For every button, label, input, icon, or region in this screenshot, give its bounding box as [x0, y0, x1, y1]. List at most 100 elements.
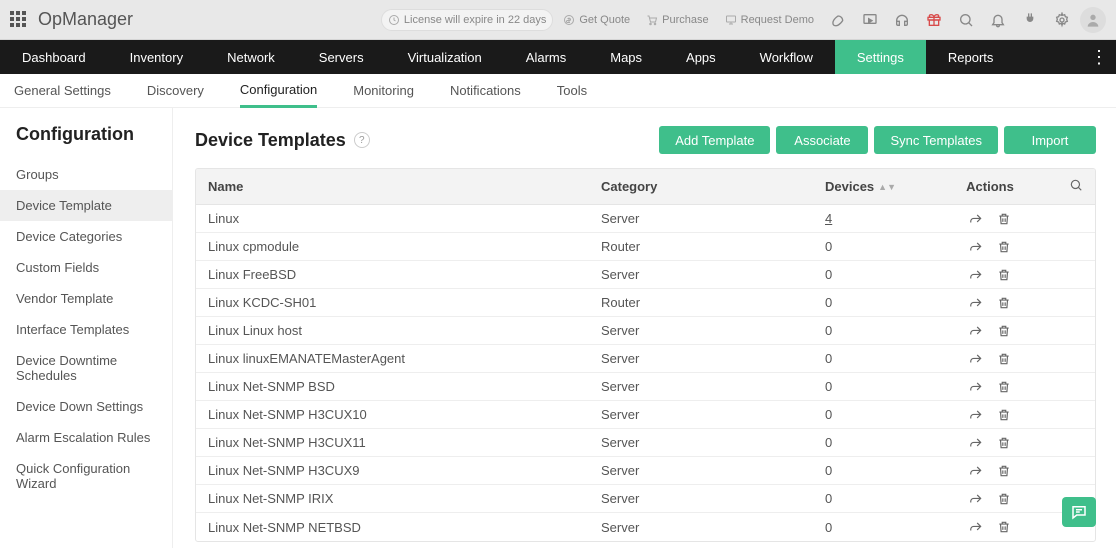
- export-icon[interactable]: [969, 408, 983, 422]
- nav-network[interactable]: Network: [205, 40, 297, 74]
- license-text: License will expire in 22 days: [404, 14, 546, 26]
- request-demo-link[interactable]: Request Demo: [719, 9, 820, 31]
- export-icon[interactable]: [969, 212, 983, 226]
- sidebar-item-vendor-template[interactable]: Vendor Template: [0, 283, 172, 314]
- delete-icon[interactable]: [997, 408, 1011, 422]
- delete-icon[interactable]: [997, 520, 1011, 534]
- user-avatar[interactable]: [1080, 7, 1106, 33]
- subnav-general-settings[interactable]: General Settings: [14, 74, 111, 108]
- nav-servers[interactable]: Servers: [297, 40, 386, 74]
- cell-name[interactable]: Linux FreeBSD: [196, 267, 601, 282]
- nav-settings[interactable]: Settings: [835, 40, 926, 74]
- nav-alarms[interactable]: Alarms: [504, 40, 588, 74]
- nav-workflow[interactable]: Workflow: [738, 40, 835, 74]
- sidebar-item-device-categories[interactable]: Device Categories: [0, 221, 172, 252]
- help-icon[interactable]: ?: [354, 132, 370, 148]
- plug-icon[interactable]: [1016, 6, 1044, 34]
- cell-devices: 0: [825, 379, 955, 394]
- table-row: LinuxServer4: [196, 205, 1095, 233]
- import-button[interactable]: Import: [1004, 126, 1096, 154]
- bell-icon[interactable]: [984, 6, 1012, 34]
- delete-icon[interactable]: [997, 212, 1011, 226]
- cell-name[interactable]: Linux KCDC-SH01: [196, 295, 601, 310]
- export-icon[interactable]: [969, 240, 983, 254]
- export-icon[interactable]: [969, 296, 983, 310]
- export-icon[interactable]: [969, 436, 983, 450]
- cell-devices[interactable]: 4: [825, 211, 955, 226]
- subnav-notifications[interactable]: Notifications: [450, 74, 521, 108]
- cell-name[interactable]: Linux linuxEMANATEMasterAgent: [196, 351, 601, 366]
- delete-icon[interactable]: [997, 436, 1011, 450]
- cell-name[interactable]: Linux Net-SNMP IRIX: [196, 491, 601, 506]
- sidebar-item-alarm-escalation-rules[interactable]: Alarm Escalation Rules: [0, 422, 172, 453]
- sync-templates-button[interactable]: Sync Templates: [874, 126, 998, 154]
- sidebar-item-groups[interactable]: Groups: [0, 159, 172, 190]
- chat-fab[interactable]: [1062, 497, 1096, 527]
- cell-name[interactable]: Linux Net-SNMP H3CUX9: [196, 463, 601, 478]
- delete-icon[interactable]: [997, 352, 1011, 366]
- apps-grid-icon[interactable]: [10, 11, 28, 29]
- nav-virtualization[interactable]: Virtualization: [386, 40, 504, 74]
- export-icon[interactable]: [969, 324, 983, 338]
- delete-icon[interactable]: [997, 268, 1011, 282]
- export-icon[interactable]: [969, 268, 983, 282]
- gift-icon[interactable]: [920, 6, 948, 34]
- cell-name[interactable]: Linux: [196, 211, 601, 226]
- table-row: Linux KCDC-SH01Router0: [196, 289, 1095, 317]
- col-name[interactable]: Name: [196, 179, 601, 194]
- screen-icon[interactable]: [856, 6, 884, 34]
- subnav-discovery[interactable]: Discovery: [147, 74, 204, 108]
- cell-name[interactable]: Linux Net-SNMP NETBSD: [196, 520, 601, 535]
- search-icon[interactable]: [952, 6, 980, 34]
- delete-icon[interactable]: [997, 240, 1011, 254]
- sidebar-item-device-down-settings[interactable]: Device Down Settings: [0, 391, 172, 422]
- nav-apps[interactable]: Apps: [664, 40, 738, 74]
- sidebar-item-quick-configuration-wizard[interactable]: Quick Configuration Wizard: [0, 453, 172, 499]
- cell-devices: 0: [825, 491, 955, 506]
- sidebar-item-device-downtime-schedules[interactable]: Device Downtime Schedules: [0, 345, 172, 391]
- license-pill[interactable]: License will expire in 22 days: [381, 9, 553, 31]
- rocket-icon[interactable]: [824, 6, 852, 34]
- delete-icon[interactable]: [997, 492, 1011, 506]
- associate-button[interactable]: Associate: [776, 126, 868, 154]
- purchase-link[interactable]: Purchase: [640, 9, 714, 31]
- gear-icon[interactable]: [1048, 6, 1076, 34]
- table-row: Linux Net-SNMP IRIXServer0: [196, 485, 1095, 513]
- cell-name[interactable]: Linux Net-SNMP BSD: [196, 379, 601, 394]
- export-icon[interactable]: [969, 380, 983, 394]
- cell-devices: 0: [825, 435, 955, 450]
- nav-maps[interactable]: Maps: [588, 40, 664, 74]
- delete-icon[interactable]: [997, 324, 1011, 338]
- export-icon[interactable]: [969, 464, 983, 478]
- cell-category: Router: [601, 239, 825, 254]
- cell-name[interactable]: Linux Net-SNMP H3CUX10: [196, 407, 601, 422]
- add-template-button[interactable]: Add Template: [659, 126, 770, 154]
- cell-devices: 0: [825, 295, 955, 310]
- headset-icon[interactable]: [888, 6, 916, 34]
- subnav-configuration[interactable]: Configuration: [240, 74, 317, 108]
- brand-logo: OpManager: [38, 9, 133, 30]
- nav-inventory[interactable]: Inventory: [108, 40, 205, 74]
- cell-name[interactable]: Linux Linux host: [196, 323, 601, 338]
- export-icon[interactable]: [969, 352, 983, 366]
- table-search-icon[interactable]: [1025, 178, 1095, 195]
- col-devices[interactable]: Devices▲▼: [825, 179, 955, 194]
- sidebar-item-device-template[interactable]: Device Template: [0, 190, 172, 221]
- nav-dashboard[interactable]: Dashboard: [0, 40, 108, 74]
- more-menu-icon[interactable]: ⋮: [1090, 47, 1108, 68]
- subnav-monitoring[interactable]: Monitoring: [353, 74, 414, 108]
- get-quote-link[interactable]: Get Quote: [557, 9, 636, 31]
- delete-icon[interactable]: [997, 380, 1011, 394]
- delete-icon[interactable]: [997, 296, 1011, 310]
- monitor-icon: [725, 14, 737, 26]
- export-icon[interactable]: [969, 492, 983, 506]
- nav-reports[interactable]: Reports: [926, 40, 1016, 74]
- sidebar-item-custom-fields[interactable]: Custom Fields: [0, 252, 172, 283]
- export-icon[interactable]: [969, 520, 983, 534]
- cell-name[interactable]: Linux Net-SNMP H3CUX11: [196, 435, 601, 450]
- delete-icon[interactable]: [997, 464, 1011, 478]
- subnav-tools[interactable]: Tools: [557, 74, 587, 108]
- cell-name[interactable]: Linux cpmodule: [196, 239, 601, 254]
- col-category[interactable]: Category: [601, 179, 825, 194]
- sidebar-item-interface-templates[interactable]: Interface Templates: [0, 314, 172, 345]
